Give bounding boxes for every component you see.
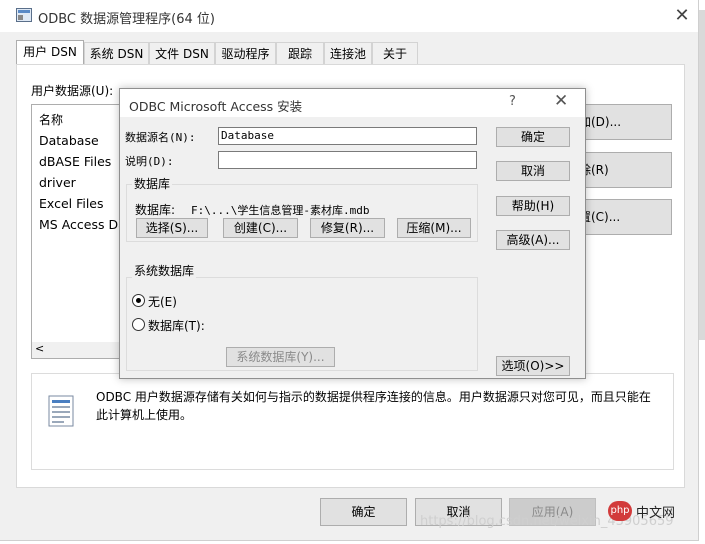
title-bar[interactable]: ODBC 数据源管理程序(64 位) ✕ [0,0,698,32]
remove-button[interactable]: 除(R) [572,152,672,188]
info-panel: ODBC 用户数据源存储有关如何与指示的数据提供程序连接的信息。用户数据源只对您… [31,373,674,470]
database-group-title: 数据库 [132,175,173,192]
list-item[interactable]: dBASE Files [39,154,111,169]
list-item[interactable]: MS Access Da [39,217,126,232]
compact-button[interactable]: 压缩(M)... [397,218,471,238]
window-title: ODBC 数据源管理程序(64 位) [38,12,215,27]
description-label: 说明(D): [125,155,174,168]
background-window-edge [698,10,705,340]
user-dsn-list[interactable]: 名称 Database dBASE Files driver Excel Fil… [31,104,133,359]
dialog-cancel-button[interactable]: 取消 [496,161,570,181]
list-item[interactable]: Excel Files [39,196,104,211]
system-database-button[interactable]: 系统数据库(Y)... [226,347,335,367]
database-info-icon [48,395,74,427]
advanced-button[interactable]: 高级(A)... [496,230,570,250]
column-header-name[interactable]: 名称 [39,111,63,128]
description-field[interactable] [218,151,477,169]
tab-file-dsn[interactable]: 文件 DSN [149,42,215,65]
radio-none-label: 无(E) [148,295,177,309]
add-button[interactable]: 加(D)... [572,104,672,140]
info-text: ODBC 用户数据源存储有关如何与指示的数据提供程序连接的信息。用户数据源只对您… [96,390,651,422]
dsn-name-label: 数据源名(N): [125,131,196,144]
configure-button[interactable]: 置(C)... [572,199,672,235]
site-logo-text: 中文网 [636,506,676,521]
odbc-app-icon [16,8,32,22]
list-item[interactable]: driver [39,175,76,190]
tab-tracing[interactable]: 跟踪 [276,42,324,65]
database-path-value: F:\...\学生信息管理-素材库.mdb [191,204,370,217]
tab-about[interactable]: 关于 [372,42,418,65]
radio-none[interactable] [132,294,145,307]
repair-button[interactable]: 修复(R)... [310,218,385,238]
system-database-group-title: 系统数据库 [132,262,197,279]
tab-system-dsn[interactable]: 系统 DSN [84,42,149,65]
access-setup-dialog: ODBC Microsoft Access 安装 ? ✕ 数据源名(N): Da… [119,88,586,379]
ok-button[interactable]: 确定 [320,498,407,526]
database-path-label: 数据库: [135,203,176,217]
dialog-help-button[interactable]: 帮助(H) [496,196,570,216]
dsn-name-field[interactable]: Database [218,127,477,145]
horizontal-scrollbar[interactable]: < [32,342,132,358]
close-icon[interactable]: ✕ [554,91,568,111]
dialog-title-bar[interactable]: ODBC Microsoft Access 安装 ? ✕ [120,89,585,117]
select-button[interactable]: 选择(S)... [136,218,208,238]
options-button[interactable]: 选项(O)>> [496,356,570,376]
list-item[interactable]: Database [39,133,99,148]
create-button[interactable]: 创建(C)... [223,218,298,238]
radio-database-label: 数据库(T): [148,319,205,333]
help-icon[interactable]: ? [509,94,516,109]
tab-drivers[interactable]: 驱动程序 [215,42,276,65]
scroll-left-icon[interactable]: < [35,342,44,355]
user-dsn-label: 用户数据源(U): [31,84,114,98]
dialog-title: ODBC Microsoft Access 安装 [129,99,303,114]
tab-connection-pooling[interactable]: 连接池 [324,42,372,65]
radio-database[interactable] [132,318,145,331]
tab-user-dsn[interactable]: 用户 DSN [16,40,84,66]
php-logo: php [608,501,632,521]
close-icon[interactable]: ✕ [670,4,694,28]
dialog-ok-button[interactable]: 确定 [496,127,570,147]
